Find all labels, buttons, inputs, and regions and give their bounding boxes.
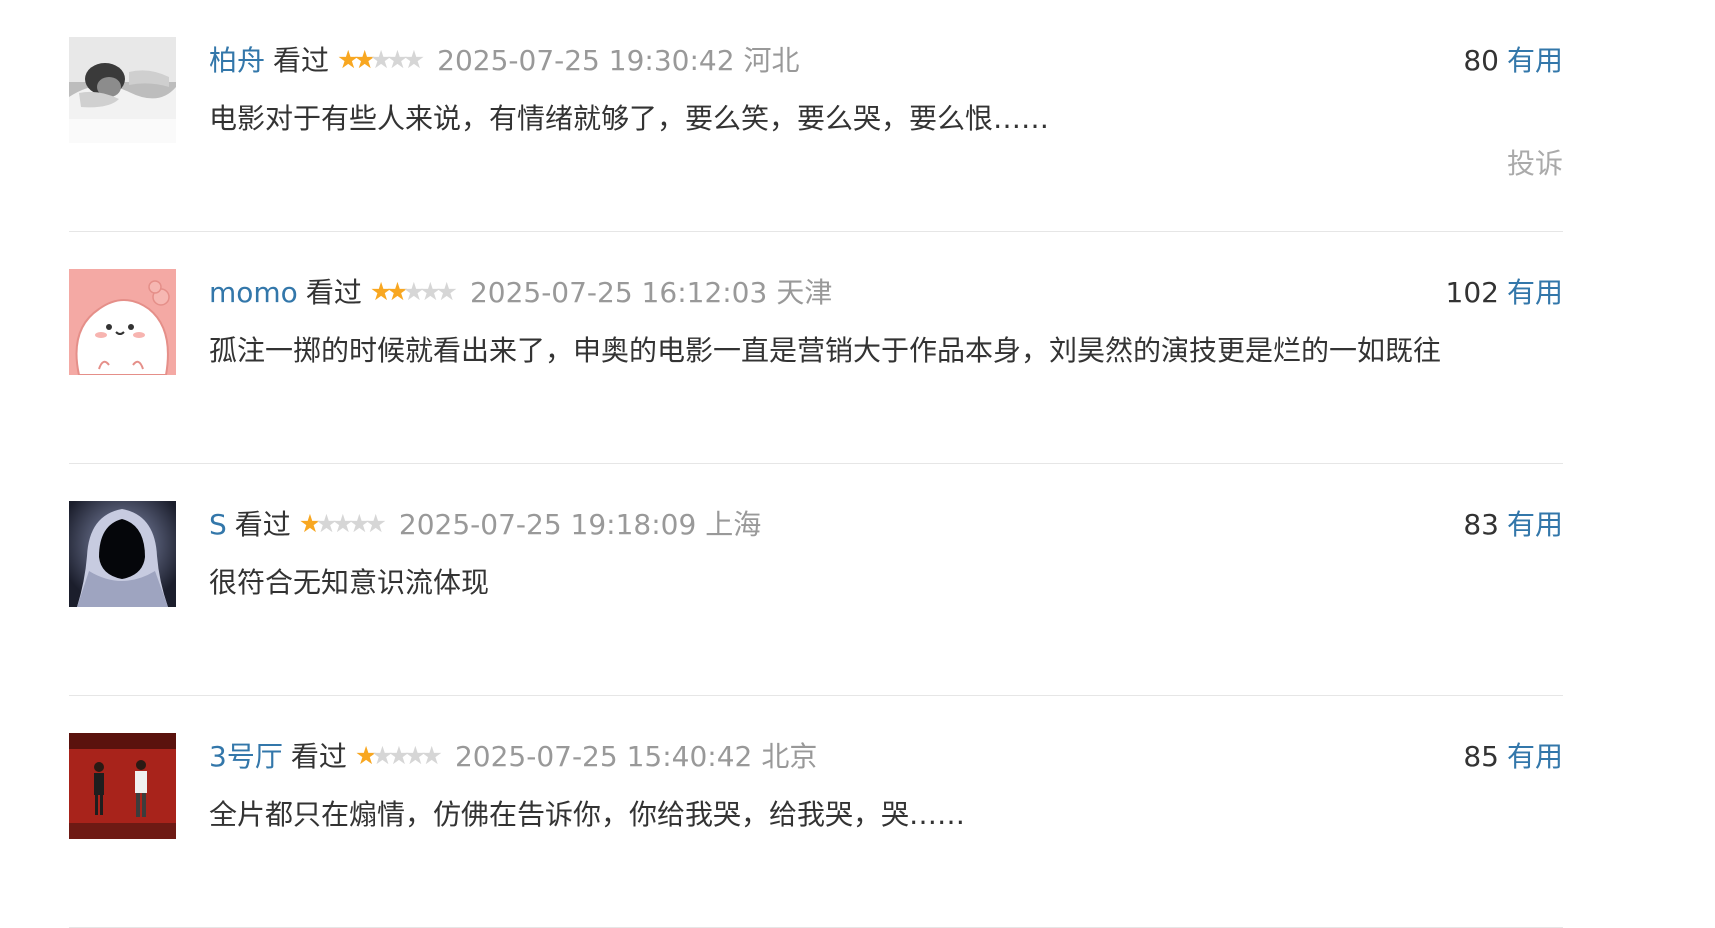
star-icon-empty: ★	[348, 509, 371, 538]
comment-list: 柏舟 看过 ★★★★★ 2025-07-25 19:30:42 河北 80 有用 …	[69, 0, 1563, 928]
username-link[interactable]: 3号厅	[209, 739, 283, 775]
report-link[interactable]: 投诉	[1507, 146, 1563, 182]
star-icon-empty: ★	[371, 741, 394, 770]
review-item: momo 看过 ★★★★★ 2025-07-25 16:12:03 天津 102…	[69, 232, 1563, 464]
star-icon-empty: ★	[402, 45, 426, 74]
useful-button[interactable]: 有用	[1507, 508, 1563, 541]
comment-text: 电影对于有些人来说，有情绪就够了，要么笑，要么哭，要么恨……	[209, 102, 1050, 135]
avatar-cartoon-pink-blob	[69, 269, 176, 375]
vote-count: 102	[1445, 276, 1499, 309]
review-item: 3号厅 看过 ★★★★★ 2025-07-25 15:40:42 北京 85 有用…	[69, 696, 1563, 928]
useful-button[interactable]: 有用	[1507, 44, 1563, 77]
useful-button[interactable]: 有用	[1507, 276, 1563, 309]
comment-location: 北京	[761, 740, 818, 773]
review-meta: 柏舟 看过 ★★★★★ 2025-07-25 19:30:42 河北	[209, 43, 800, 79]
username-link[interactable]: momo	[209, 275, 298, 311]
review-meta: S 看过 ★★★★★ 2025-07-25 19:18:09 上海	[209, 507, 761, 543]
star-icon-empty: ★	[386, 45, 409, 74]
user-avatar[interactable]	[69, 269, 176, 375]
vote-area: 83 有用	[1463, 507, 1563, 543]
user-avatar[interactable]	[69, 501, 176, 607]
star-icon-empty: ★	[435, 277, 459, 306]
vote-area: 102 有用	[1446, 275, 1563, 311]
avatar-photo-woman-lying	[69, 37, 176, 143]
star-icon-filled: ★	[369, 277, 393, 306]
vote-area: 85 有用	[1463, 739, 1563, 775]
comment-time: 2025-07-25 19:30:42	[437, 44, 735, 77]
username-link[interactable]: 柏舟	[209, 43, 265, 79]
avatar-couple-red-wall	[69, 733, 176, 839]
comment-location: 天津	[776, 276, 833, 309]
comment-time: 2025-07-25 19:18:09	[398, 508, 697, 541]
comment-time: 2025-07-25 16:12:03	[469, 276, 768, 309]
star-icon-filled: ★	[386, 277, 409, 306]
star-rating: ★★★★★	[298, 506, 387, 542]
review-meta: 3号厅 看过 ★★★★★ 2025-07-25 15:40:42 北京	[209, 739, 817, 775]
user-avatar[interactable]	[69, 37, 176, 143]
watch-status: 看过	[273, 44, 330, 77]
star-icon-filled: ★	[298, 509, 322, 538]
star-icon-empty: ★	[420, 741, 444, 770]
review-meta: momo 看过 ★★★★★ 2025-07-25 16:12:03 天津	[209, 275, 832, 311]
review-item: S 看过 ★★★★★ 2025-07-25 19:18:09 上海 83 有用 很…	[69, 464, 1563, 696]
review-item: 柏舟 看过 ★★★★★ 2025-07-25 19:30:42 河北 80 有用 …	[69, 0, 1563, 232]
star-icon-empty: ★	[315, 509, 338, 538]
watch-status: 看过	[234, 508, 291, 541]
star-icon-empty: ★	[404, 741, 427, 770]
star-icon-empty: ★	[331, 509, 355, 538]
star-icon-empty: ★	[369, 45, 393, 74]
vote-count: 85	[1463, 740, 1499, 773]
star-icon-filled: ★	[354, 741, 378, 770]
star-rating: ★★★★★	[337, 42, 426, 78]
star-icon-empty: ★	[419, 277, 442, 306]
star-icon-filled: ★	[353, 45, 376, 74]
watch-status: 看过	[305, 276, 362, 309]
useful-button[interactable]: 有用	[1507, 740, 1563, 773]
comment-text: 全片都只在煽情，仿佛在告诉你，你给我哭，给我哭，哭……	[209, 798, 966, 831]
watch-status: 看过	[290, 740, 347, 773]
star-icon-empty: ★	[402, 277, 426, 306]
comment-text: 很符合无知意识流体现	[209, 566, 490, 599]
star-rating: ★★★★★	[369, 274, 459, 310]
avatar-hooded-figure	[69, 501, 176, 607]
star-icon-empty: ★	[387, 741, 411, 770]
username-link[interactable]: S	[209, 507, 227, 543]
comment-location: 河北	[743, 44, 800, 77]
vote-area: 80 有用	[1463, 43, 1563, 79]
star-icon-empty: ★	[364, 509, 387, 538]
user-avatar[interactable]	[69, 733, 176, 839]
comment-location: 上海	[705, 508, 762, 541]
star-icon-filled: ★	[337, 45, 360, 74]
star-rating: ★★★★★	[354, 738, 444, 774]
vote-count: 80	[1463, 44, 1499, 77]
vote-count: 83	[1463, 508, 1499, 541]
comment-time: 2025-07-25 15:40:42	[454, 740, 753, 773]
comment-text: 孤注一掷的时候就看出来了，申奥的电影一直是营销大于作品本身，刘昊然的演技更是烂的…	[209, 334, 1442, 367]
